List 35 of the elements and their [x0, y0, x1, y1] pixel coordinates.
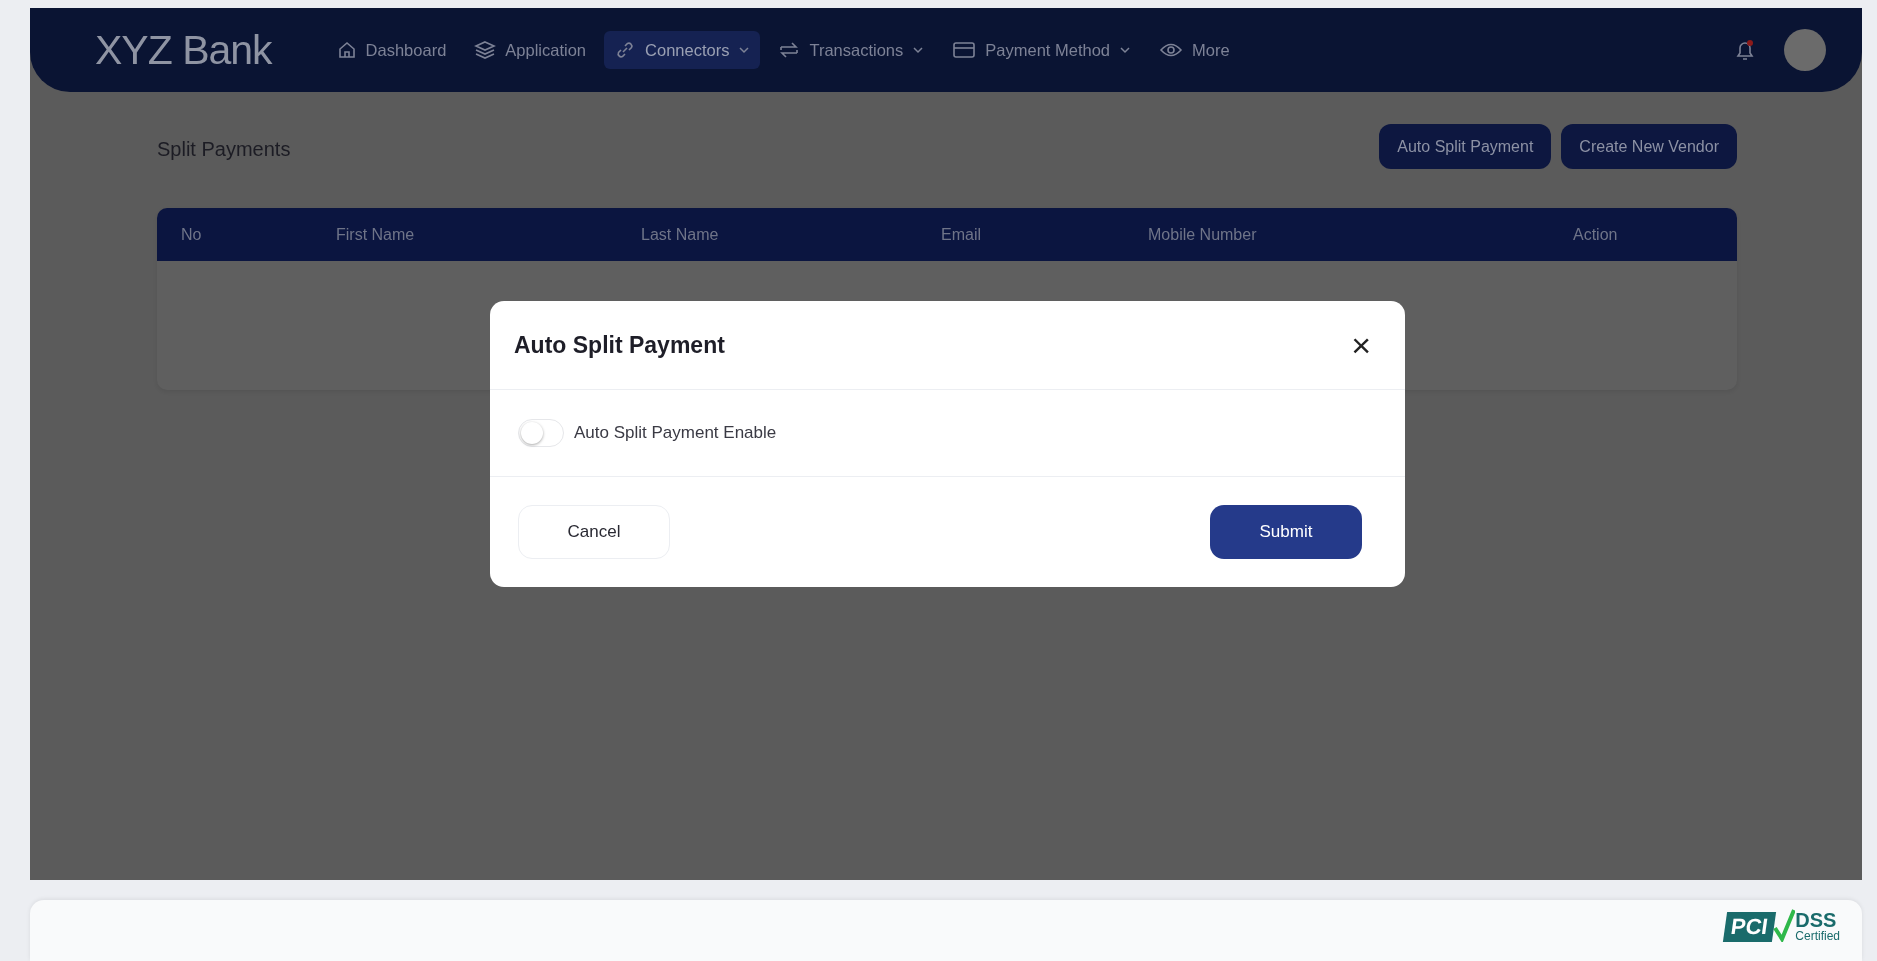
- badge-mark-text: PCI: [1722, 912, 1776, 942]
- layers-icon: [474, 40, 497, 60]
- caret-icon: [1119, 46, 1132, 54]
- badge-title: DSS: [1795, 910, 1837, 930]
- nav-item[interactable]: Connectors: [604, 31, 761, 69]
- checkmark-icon: [1773, 908, 1796, 942]
- column-header: Last Name: [641, 225, 720, 244]
- home-icon: [336, 40, 357, 60]
- nav-item[interactable]: More: [1149, 32, 1240, 68]
- eye-icon: [1159, 41, 1184, 59]
- nav-item[interactable]: Application: [464, 32, 597, 68]
- column-header: First Name: [336, 225, 416, 244]
- dialog-title: Auto Split Payment: [514, 331, 725, 359]
- close-button[interactable]: ×: [1345, 328, 1377, 362]
- page-title: Split Payments: [157, 138, 291, 161]
- badge-note: Certified: [1795, 930, 1840, 942]
- toggle-switch[interactable]: [518, 419, 564, 447]
- nav-item[interactable]: Transactions: [768, 31, 935, 69]
- column-header: No: [181, 225, 203, 244]
- nav-item[interactable]: Dashboard: [326, 32, 457, 68]
- cancel-button[interactable]: Cancel: [518, 505, 670, 559]
- submit-button[interactable]: Submit: [1210, 505, 1362, 559]
- notification-bell-icon[interactable]: [1734, 38, 1756, 62]
- column-header: Action: [1573, 225, 1619, 244]
- nav-item[interactable]: Payment Method: [942, 32, 1142, 68]
- toggle-label: Auto Split Payment Enable: [574, 423, 777, 443]
- brand-logo-text: XYZ Bank: [95, 26, 272, 74]
- action-button[interactable]: Create New Vendor: [1561, 124, 1737, 169]
- action-button[interactable]: Auto Split Payment: [1379, 124, 1552, 169]
- caret-icon: [738, 46, 751, 54]
- column-header: Email: [941, 225, 982, 244]
- user-avatar[interactable]: [1784, 29, 1826, 71]
- column-header: Mobile Number: [1148, 225, 1258, 244]
- card-icon: [952, 40, 977, 60]
- caret-icon: [912, 46, 925, 54]
